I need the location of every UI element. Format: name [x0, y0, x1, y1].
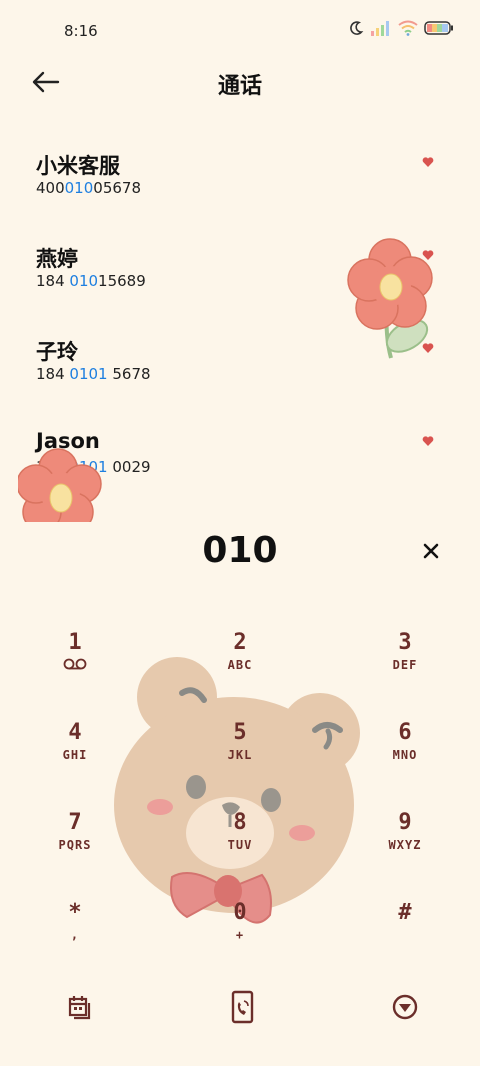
contact-name: 子玲 — [36, 340, 78, 364]
status-icons — [348, 20, 454, 36]
contact-number: 184 0101 5678 — [36, 365, 151, 383]
flower-decoration — [18, 448, 102, 522]
contact-name: 小米客服 — [36, 154, 120, 178]
key-2[interactable]: 2 ABC — [185, 630, 295, 700]
battery-icon — [424, 21, 453, 35]
key-9[interactable]: 9 WXYZ — [350, 810, 460, 880]
key-digit: 6 — [398, 720, 412, 745]
key-letters: WXYZ — [388, 838, 422, 852]
key-digit: 3 — [398, 630, 412, 655]
key-digit: 4 — [68, 720, 82, 745]
dialed-number: 010 — [202, 530, 278, 571]
contact-row[interactable]: 小米客服 40001005678 — [0, 130, 480, 220]
collapse-keypad-icon[interactable] — [388, 990, 422, 1024]
bottom-action-bar — [0, 980, 480, 1040]
signal-icon — [371, 21, 389, 36]
key-1[interactable]: 1 — [20, 630, 130, 700]
key-letters: TUV — [227, 838, 253, 852]
moon-icon — [350, 21, 364, 35]
contact-number: 184 01015689 — [36, 272, 146, 290]
key-digit: * — [68, 900, 82, 925]
key-digit: # — [398, 900, 412, 925]
contact-number: 40001005678 — [36, 179, 141, 197]
key-digit: 5 — [233, 720, 247, 745]
status-bar: 8:16 — [0, 0, 480, 60]
clear-icon[interactable] — [420, 540, 442, 562]
key-digit: 9 — [398, 810, 412, 835]
key-digit: 7 — [68, 810, 82, 835]
key-letters: PQRS — [58, 838, 92, 852]
key-letters: DEF — [392, 658, 418, 672]
key-8[interactable]: 8 TUV — [185, 810, 295, 880]
key-digit: 2 — [233, 630, 247, 655]
flower-decoration — [347, 238, 433, 359]
key-5[interactable]: 5 JKL — [185, 720, 295, 790]
voicemail-icon — [63, 658, 87, 670]
key-6[interactable]: 6 MNO — [350, 720, 460, 790]
key-7[interactable]: 7 PQRS — [20, 810, 130, 880]
wifi-icon — [398, 20, 418, 36]
key-star[interactable]: * , — [20, 900, 130, 970]
call-button-icon[interactable] — [225, 990, 259, 1024]
key-4[interactable]: 4 GHI — [20, 720, 130, 790]
status-time: 8:16 — [64, 22, 98, 40]
app-header: 通话 — [0, 60, 480, 106]
key-digit: 1 — [68, 630, 82, 655]
heart-icon[interactable] — [422, 156, 434, 168]
key-digit: 0 — [233, 900, 247, 925]
key-letters: MNO — [392, 748, 418, 762]
key-letters: GHI — [62, 748, 88, 762]
key-letters: ABC — [227, 658, 253, 672]
key-0[interactable]: 0 + — [185, 900, 295, 970]
key-letters: JKL — [227, 748, 253, 762]
page-title: 通话 — [217, 74, 262, 99]
key-letters: + — [235, 928, 245, 942]
calendar-icon[interactable] — [62, 990, 96, 1024]
key-3[interactable]: 3 DEF — [350, 630, 460, 700]
key-hash[interactable]: # — [350, 900, 460, 970]
heart-icon[interactable] — [422, 435, 434, 447]
contact-name: 燕婷 — [36, 247, 78, 271]
key-digit: 8 — [233, 810, 247, 835]
key-letters: , — [70, 928, 80, 942]
